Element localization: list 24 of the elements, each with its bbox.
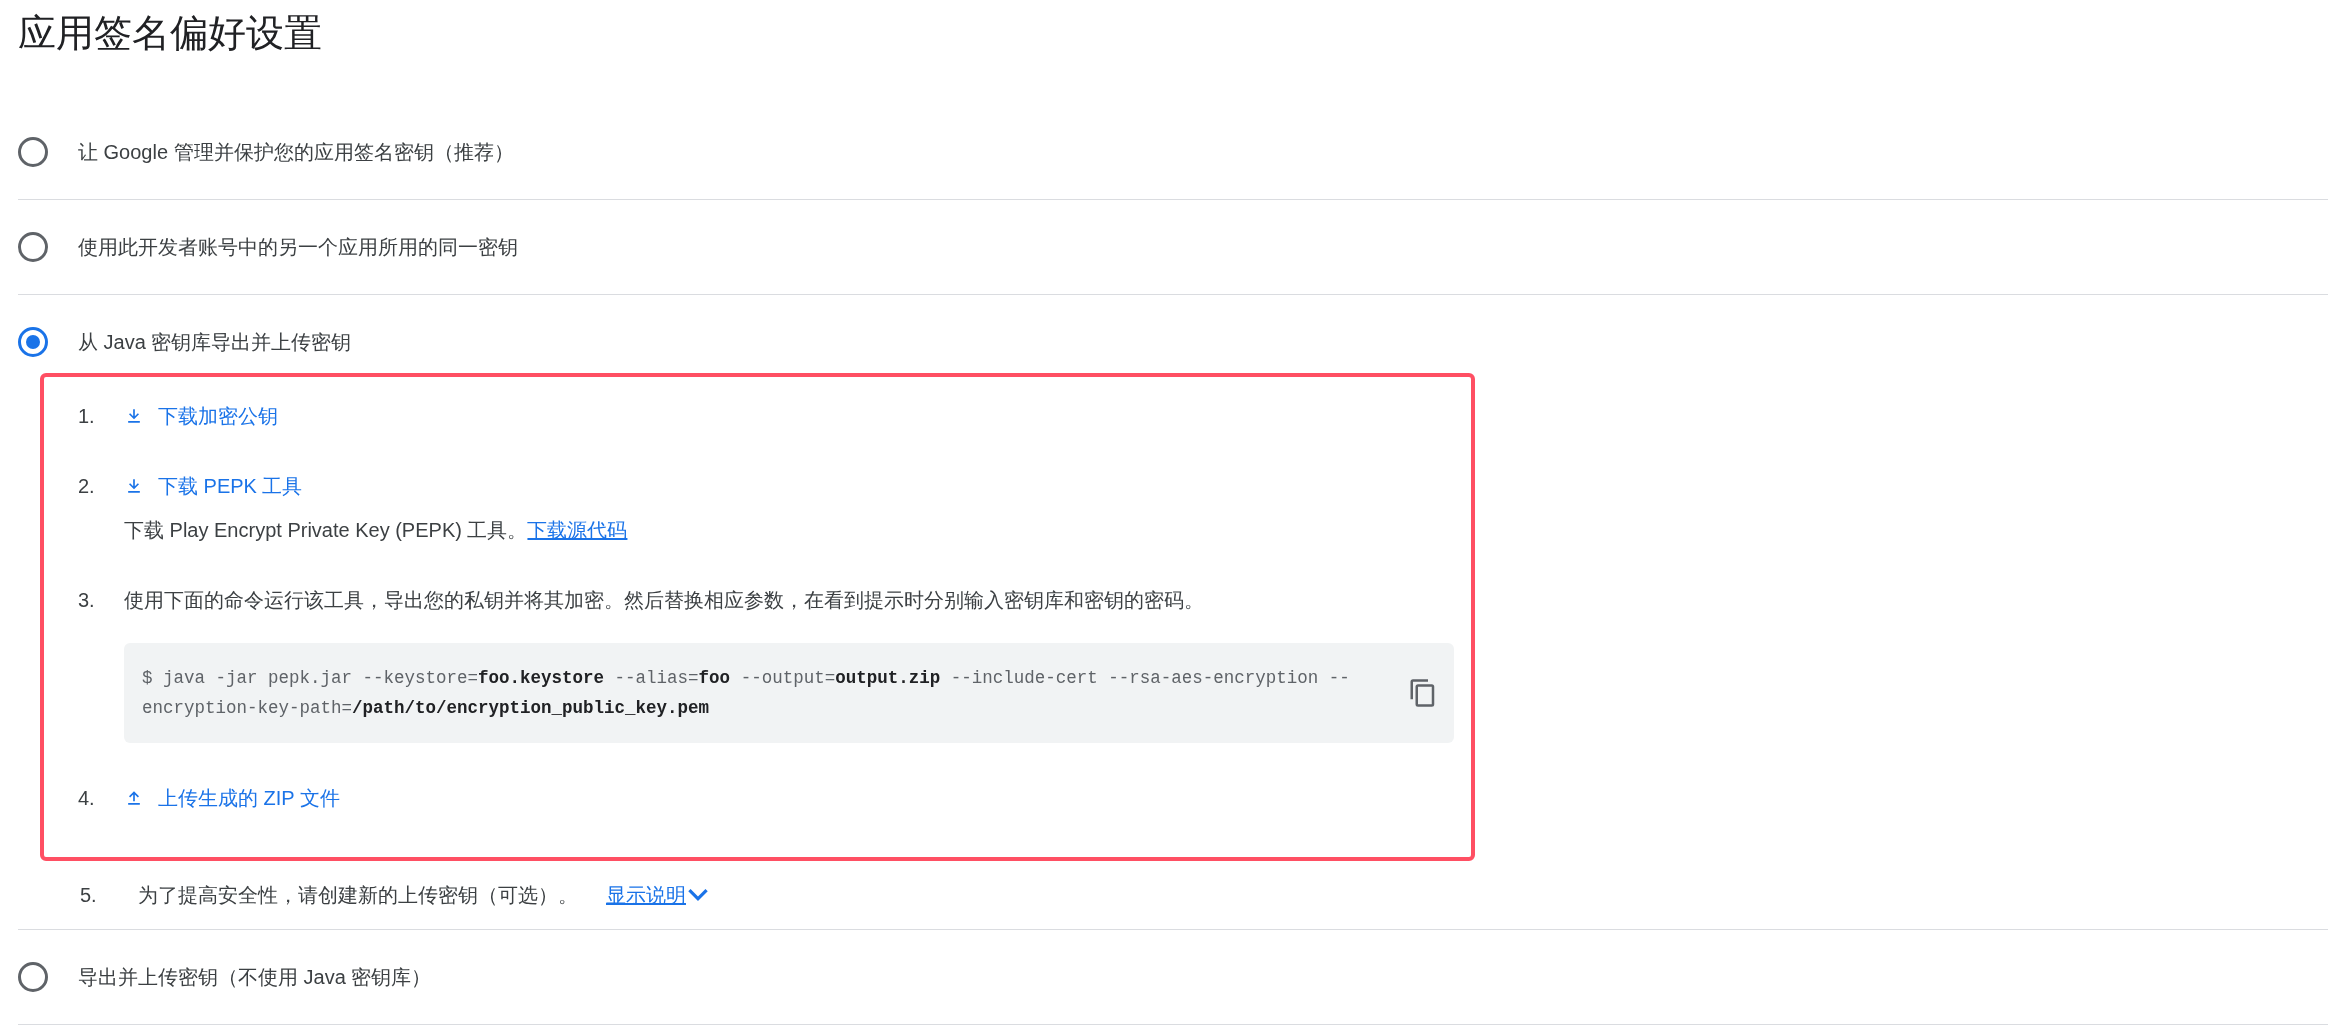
radio-button[interactable] bbox=[18, 137, 48, 167]
step-number: 3. bbox=[78, 588, 96, 613]
upload-link[interactable]: 上传生成的 ZIP 文件 bbox=[124, 783, 340, 813]
download-link[interactable]: 下载加密公钥 bbox=[124, 401, 278, 431]
option-label: 从 Java 密钥库导出并上传密钥 bbox=[78, 329, 352, 355]
radio-button[interactable] bbox=[18, 962, 48, 992]
show-instructions-link[interactable]: 显示说明 bbox=[606, 880, 708, 910]
option-label: 导出并上传密钥（不使用 Java 密钥库） bbox=[78, 964, 432, 990]
download-link[interactable]: 下载 PEPK 工具 bbox=[124, 471, 303, 501]
page-title: 应用签名偏好设置 bbox=[18, 11, 323, 56]
source-code-link[interactable]: 下载源代码 bbox=[527, 519, 628, 541]
radio-button[interactable] bbox=[18, 327, 48, 357]
step-instruction: 为了提高安全性，请创建新的上传密钥（可选）。 bbox=[138, 883, 578, 908]
step-number: 1. bbox=[78, 404, 96, 429]
step-description: 下载 Play Encrypt Private Key (PEPK) 工具。下载源代码 bbox=[124, 518, 629, 543]
step-instruction: 使用下面的命令运行该工具，导出您的私钥并将其加密。然后替换相应参数，在看到提示时分别输入密钥库和密钥的密码。 bbox=[124, 588, 1205, 613]
option-label: 使用此开发者账号中的另一个应用所用的同一密钥 bbox=[78, 234, 518, 260]
step-number: 2. bbox=[78, 474, 96, 499]
step-number: 5. bbox=[80, 883, 98, 908]
radio-button[interactable] bbox=[18, 232, 48, 262]
command-text: $ java -jar pepk.jar --keystore=foo.keystore --alias=foo --output=output.zip --include-cert --rsa-aes-encryption --encryption-key-path=/path/to/encryption_public_key.pem bbox=[142, 667, 1351, 720]
option-label: 让 Google 管理并保护您的应用签名密钥（推荐） bbox=[78, 139, 514, 165]
chevron-icon bbox=[688, 889, 708, 901]
step-number: 4. bbox=[78, 786, 96, 811]
